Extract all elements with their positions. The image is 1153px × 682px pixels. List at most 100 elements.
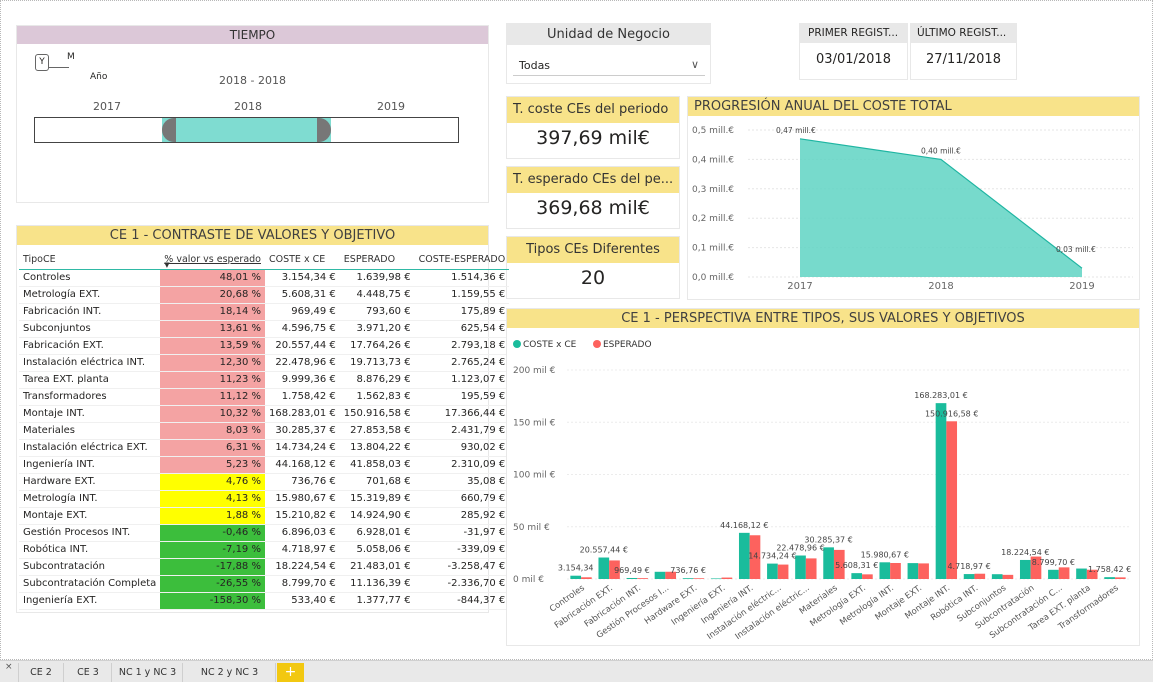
data-label: 44.168,12 € (720, 521, 768, 530)
perspectiva-bar-chart[interactable]: COSTE x CE ESPERADO 0 mil € 50 mil € 100 mil… (507, 329, 1139, 645)
kpi-coste-card: T. coste CEs del periodo 397,69 mil€ (506, 96, 680, 159)
bar-coste (1104, 577, 1115, 579)
primer-registro-card: PRIMER REGIST... 03/01/2018 (799, 23, 908, 80)
progresion-area-chart[interactable]: 0,0 mill.€ 0,1 mill.€ 0,2 mill.€ 0,3 mill.€… (688, 116, 1139, 300)
cell-diferencia: -31,97 € (414, 524, 510, 542)
cell-coste: 22.478,96 € (264, 354, 340, 372)
cell-esperado: 150.916,58 € (339, 405, 415, 423)
table-row[interactable]: Gestión Procesos INT. -0,46 % 6.896,03 €6.… (19, 524, 510, 542)
cell-pct: 12,30 % (160, 354, 265, 372)
tab-ce3[interactable]: CE 3 (65, 663, 112, 682)
table-row[interactable]: Ingeniería INT. 5,23 % 44.168,12 €41.858,0… (19, 456, 510, 474)
table-row[interactable]: Fabricación INT. 18,14 % 969,49 €793,60 €1… (19, 303, 510, 321)
data-label: 22.478,96 € (776, 544, 824, 553)
kpi-coste-value: 397,69 mil€ (536, 127, 650, 149)
cell-diferencia: 625,54 € (414, 320, 510, 338)
y-tick-label: 0,0 mill.€ (692, 273, 734, 283)
primer-registro-title: PRIMER REGIST... (800, 24, 907, 43)
cell-pct: 6,31 % (160, 439, 265, 457)
bar-esperado (1002, 574, 1014, 579)
ultimo-registro-title: ÚLTIMO REGIST... (911, 24, 1016, 43)
cell-coste: 18.224,54 € (264, 558, 340, 576)
y-tick-label: 0,5 mill.€ (692, 126, 734, 136)
table-row[interactable]: Montaje INT. 10,32 % 168.283,01 €150.916,5… (19, 405, 510, 423)
table-row[interactable]: Materiales 8,03 % 30.285,37 €27.853,58 €2.… (19, 422, 510, 440)
close-icon[interactable]: × (5, 662, 13, 672)
cell-esperado: 15.319,89 € (339, 490, 415, 508)
cell-tipo: Metrología EXT. (19, 286, 161, 304)
bar-coste (682, 578, 694, 579)
bar-esperado (918, 563, 929, 579)
table-row[interactable]: Metrología EXT. 20,68 % 5.608,31 €4.448,75… (19, 286, 510, 304)
table-row[interactable]: Controles 48,01 % 3.154,34 €1.639,98 €1.51… (19, 269, 510, 287)
unidad-slicer: Unidad de Negocio Todas ∨ (506, 23, 711, 84)
col-header-tipo[interactable]: TipoCE (19, 250, 161, 270)
cell-coste: 969,49 € (264, 303, 340, 321)
bar-coste (1048, 569, 1059, 579)
bar-coste (1076, 568, 1087, 579)
cell-esperado: 6.928,01 € (339, 524, 415, 542)
granularity-year-button[interactable]: Y (35, 54, 49, 71)
tiempo-slicer: TIEMPO Y M Año 2018 - 2018 2017 2018 201… (16, 25, 489, 203)
bar-esperado (1114, 577, 1126, 579)
contraste-table-card: CE 1 - CONTRASTE DE VALORES Y OBJETIVO T… (16, 225, 510, 613)
timeline-selection[interactable] (161, 118, 332, 142)
cell-coste: 4.596,75 € (264, 320, 340, 338)
col-header-pct-label: % valor vs esperado (164, 253, 261, 265)
bar-coste (879, 562, 891, 579)
table-row[interactable]: Instalación eléctrica EXT. 6,31 % 14.734,2… (19, 439, 510, 457)
cell-pct: 48,01 % (160, 269, 265, 287)
cell-coste: 1.758,42 € (264, 388, 340, 406)
unidad-dropdown[interactable]: Todas ∨ (513, 54, 705, 76)
cell-coste: 44.168,12 € (264, 456, 340, 474)
data-label: 969,49 € (614, 566, 650, 575)
cell-esperado: 3.971,20 € (339, 320, 415, 338)
table-row[interactable]: Ingeniería EXT. -158,30 % 533,40 €1.377,77… (19, 592, 510, 610)
cell-esperado: 17.764,26 € (339, 337, 415, 355)
tab-nc1-nc3[interactable]: NC 1 y NC 3 (113, 663, 183, 682)
data-label: 1.758,42 € (1088, 565, 1131, 574)
table-row[interactable]: Montaje EXT. 1,88 % 15.210,82 €14.924,90 €… (19, 507, 510, 525)
cell-pct: 8,03 % (160, 422, 265, 440)
cell-tipo: Tarea EXT. planta (19, 371, 161, 389)
legend-marker (593, 340, 601, 348)
table-row[interactable]: Robótica INT. -7,19 % 4.718,97 €5.058,06 €… (19, 541, 510, 559)
cell-diferencia: 2.793,18 € (414, 337, 510, 355)
table-row[interactable]: Instalación eléctrica INT. 12,30 % 22.478,… (19, 354, 510, 372)
table-row[interactable]: Subcontratación Completa -26,55 % 8.799,70… (19, 575, 510, 593)
table-row[interactable]: Subconjuntos 13,61 % 4.596,75 €3.971,20 €6… (19, 320, 510, 338)
cell-coste: 15.210,82 € (264, 507, 340, 525)
add-page-button[interactable]: + (277, 663, 304, 682)
cell-coste: 168.283,01 € (264, 405, 340, 423)
col-header-diferencia[interactable]: COSTE-ESPERADO (414, 250, 510, 270)
bar-coste (907, 563, 919, 579)
tab-ce2[interactable]: CE 2 (18, 663, 64, 682)
legend-coste: COSTE x CE (523, 340, 577, 350)
kpi-tipos-value: 20 (580, 267, 606, 289)
cell-diferencia: 2.431,79 € (414, 422, 510, 440)
cell-diferencia: -339,09 € (414, 541, 510, 559)
tiempo-range: 2018 - 2018 (219, 74, 286, 87)
cell-tipo: Controles (19, 269, 161, 287)
contraste-table: TipoCE % valor vs esperado ▼ COSTE x CE E… (19, 250, 510, 610)
y-tick-label: 0,4 mill.€ (692, 155, 734, 165)
table-row[interactable]: Transformadores 11,12 % 1.758,42 €1.562,83… (19, 388, 510, 406)
table-row[interactable]: Fabricación EXT. 13,59 % 20.557,44 €17.764… (19, 337, 510, 355)
table-row[interactable]: Tarea EXT. planta 11,23 % 9.999,36 €8.876,… (19, 371, 510, 389)
col-header-esperado[interactable]: ESPERADO (339, 250, 415, 270)
year-label-2019: 2019 (377, 100, 405, 113)
cell-tipo: Instalación eléctrica EXT. (19, 439, 161, 457)
cell-pct: 4,13 % (160, 490, 265, 508)
col-header-coste[interactable]: COSTE x CE (264, 250, 340, 270)
y-tick-label: 0,1 mill.€ (692, 244, 734, 254)
table-row[interactable]: Hardware EXT. 4,76 % 736,76 €701,68 €35,08… (19, 473, 510, 491)
table-row[interactable]: Subcontratación -17,88 % 18.224,54 €21.483… (19, 558, 510, 576)
table-row[interactable]: Metrología INT. 4,13 % 15.980,67 €15.319,8… (19, 490, 510, 508)
cell-pct: 13,61 % (160, 320, 265, 338)
kpi-esperado-title: T. esperado CEs del pe... (507, 167, 679, 193)
tab-nc2-nc3[interactable]: NC 2 y NC 3 (184, 663, 276, 682)
granularity-month-button[interactable]: M (67, 52, 75, 62)
col-header-pct[interactable]: % valor vs esperado ▼ (160, 250, 265, 270)
y-tick-label: 50 mil € (513, 523, 550, 533)
timeline-track[interactable] (34, 117, 459, 143)
